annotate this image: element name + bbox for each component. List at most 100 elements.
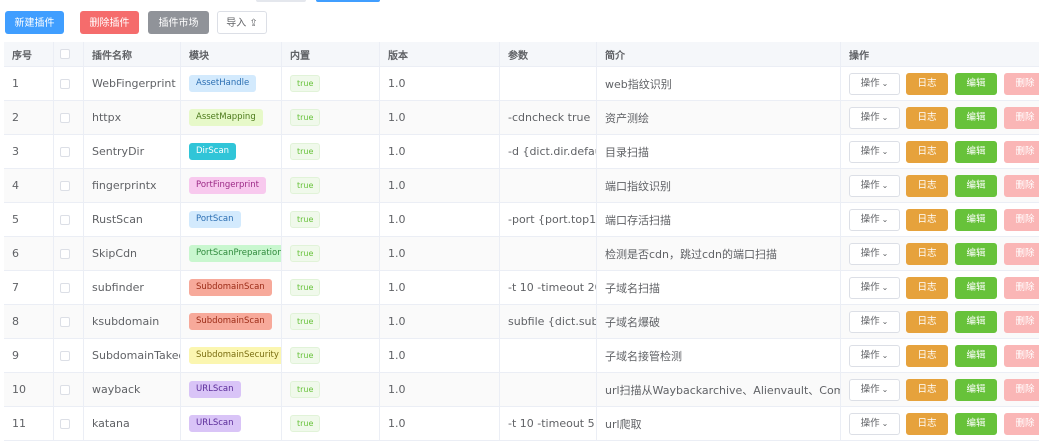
actions-dropdown[interactable]: 操作 ⌄ xyxy=(849,242,900,265)
row-checkbox[interactable] xyxy=(60,282,70,293)
builtin-cell: true xyxy=(282,135,380,168)
row-select[interactable] xyxy=(54,305,84,338)
log-button[interactable]: 日志 xyxy=(906,174,948,197)
edit-button[interactable]: 编辑 xyxy=(955,72,997,95)
edit-button[interactable]: 编辑 xyxy=(955,310,997,333)
row-select[interactable] xyxy=(54,237,84,270)
row-checkbox[interactable] xyxy=(60,350,70,361)
row-select[interactable] xyxy=(54,169,84,202)
desc-cell: url爬取 xyxy=(597,407,841,440)
row-select[interactable] xyxy=(54,135,84,168)
row-checkbox[interactable] xyxy=(60,112,70,123)
delete-button[interactable]: 删除 xyxy=(1004,378,1039,401)
version-cell: 1.0 xyxy=(380,305,500,338)
edit-button[interactable]: 编辑 xyxy=(955,242,997,265)
log-button[interactable]: 日志 xyxy=(906,344,948,367)
log-button[interactable]: 日志 xyxy=(906,276,948,299)
builtin-cell: true xyxy=(282,169,380,202)
actions-dropdown[interactable]: 操作 ⌄ xyxy=(849,310,900,333)
module-tag: URLScan xyxy=(189,381,241,398)
row-checkbox[interactable] xyxy=(60,248,70,259)
log-button[interactable]: 日志 xyxy=(906,140,948,163)
select-all-checkbox[interactable] xyxy=(60,49,70,59)
log-button[interactable]: 日志 xyxy=(906,72,948,95)
actions-cell: 操作 ⌄ 日志 编辑 删除 xyxy=(841,339,1039,372)
import-button[interactable]: 导入 ⇪ xyxy=(217,11,267,34)
module-tag: PortScanPreparation xyxy=(189,245,281,262)
log-button[interactable]: 日志 xyxy=(906,208,948,231)
row-select[interactable] xyxy=(54,101,84,134)
row-number: 9 xyxy=(4,339,54,372)
row-select[interactable] xyxy=(54,407,84,440)
chevron-down-icon: ⌄ xyxy=(881,316,889,326)
log-button[interactable]: 日志 xyxy=(906,412,948,435)
builtin-tag: true xyxy=(290,211,321,228)
edit-button[interactable]: 编辑 xyxy=(955,106,997,129)
row-checkbox[interactable] xyxy=(60,316,70,327)
delete-button[interactable]: 删除 xyxy=(1004,412,1039,435)
edit-button[interactable]: 编辑 xyxy=(955,140,997,163)
header-desc: 简介 xyxy=(597,42,841,66)
row-select[interactable] xyxy=(54,339,84,372)
delete-button[interactable]: 删除 xyxy=(1004,344,1039,367)
row-select[interactable] xyxy=(54,373,84,406)
row-select[interactable] xyxy=(54,203,84,236)
version-cell: 1.0 xyxy=(380,203,500,236)
row-number: 5 xyxy=(4,203,54,236)
delete-button[interactable]: 删除 xyxy=(1004,174,1039,197)
delete-button[interactable]: 删除 xyxy=(1004,140,1039,163)
edit-button[interactable]: 编辑 xyxy=(955,378,997,401)
module-cell: AssetMapping xyxy=(181,101,282,134)
row-checkbox[interactable] xyxy=(60,214,70,225)
desc-cell: 子域名爆破 xyxy=(597,305,841,338)
edit-button[interactable]: 编辑 xyxy=(955,276,997,299)
new-plugin-button[interactable]: 新建插件 xyxy=(5,11,64,34)
actions-dropdown[interactable]: 操作 ⌄ xyxy=(849,344,900,367)
delete-button[interactable]: 删除 xyxy=(1004,208,1039,231)
edit-button[interactable]: 编辑 xyxy=(955,412,997,435)
header-name: 插件名称 xyxy=(84,42,181,66)
actions-dropdown[interactable]: 操作 ⌄ xyxy=(849,72,900,95)
log-button[interactable]: 日志 xyxy=(906,242,948,265)
module-cell: SubdomainScan xyxy=(181,271,282,304)
actions-dropdown-label: 操作 xyxy=(860,417,880,429)
actions-dropdown-label: 操作 xyxy=(860,315,880,327)
edit-button[interactable]: 编辑 xyxy=(955,208,997,231)
delete-button[interactable]: 删除 xyxy=(1004,310,1039,333)
actions-dropdown[interactable]: 操作 ⌄ xyxy=(849,106,900,129)
actions-dropdown[interactable]: 操作 ⌄ xyxy=(849,378,900,401)
header-select-all[interactable] xyxy=(54,42,84,66)
row-checkbox[interactable] xyxy=(60,180,70,191)
module-cell: URLScan xyxy=(181,373,282,406)
row-select[interactable] xyxy=(54,67,84,100)
actions-dropdown[interactable]: 操作 ⌄ xyxy=(849,208,900,231)
desc-cell: 端口存活扫描 xyxy=(597,203,841,236)
delete-button[interactable]: 删除 xyxy=(1004,106,1039,129)
delete-plugin-button[interactable]: 删除插件 xyxy=(80,11,139,34)
row-checkbox[interactable] xyxy=(60,78,70,89)
actions-cell: 操作 ⌄ 日志 编辑 删除 xyxy=(841,271,1039,304)
row-checkbox[interactable] xyxy=(60,384,70,395)
args-cell xyxy=(500,67,597,100)
delete-button[interactable]: 删除 xyxy=(1004,276,1039,299)
delete-button[interactable]: 删除 xyxy=(1004,72,1039,95)
edit-button[interactable]: 编辑 xyxy=(955,174,997,197)
row-checkbox[interactable] xyxy=(60,418,70,429)
log-button[interactable]: 日志 xyxy=(906,310,948,333)
log-button[interactable]: 日志 xyxy=(906,378,948,401)
delete-button[interactable]: 删除 xyxy=(1004,242,1039,265)
module-tag: AssetHandle xyxy=(189,75,257,92)
actions-dropdown[interactable]: 操作 ⌄ xyxy=(849,140,900,163)
edit-button[interactable]: 编辑 xyxy=(955,344,997,367)
actions-cell: 操作 ⌄ 日志 编辑 删除 xyxy=(841,67,1039,100)
actions-dropdown[interactable]: 操作 ⌄ xyxy=(849,276,900,299)
row-select[interactable] xyxy=(54,271,84,304)
table-row: 11 katana URLScan true 1.0-t 10 -timeout 5 …… xyxy=(4,407,1039,441)
plugin-market-button[interactable]: 插件市场 xyxy=(148,11,209,34)
row-number: 7 xyxy=(4,271,54,304)
row-checkbox[interactable] xyxy=(60,146,70,157)
actions-dropdown[interactable]: 操作 ⌄ xyxy=(849,174,900,197)
actions-cell: 操作 ⌄ 日志 编辑 删除 xyxy=(841,135,1039,168)
actions-dropdown[interactable]: 操作 ⌄ xyxy=(849,412,900,435)
log-button[interactable]: 日志 xyxy=(906,106,948,129)
